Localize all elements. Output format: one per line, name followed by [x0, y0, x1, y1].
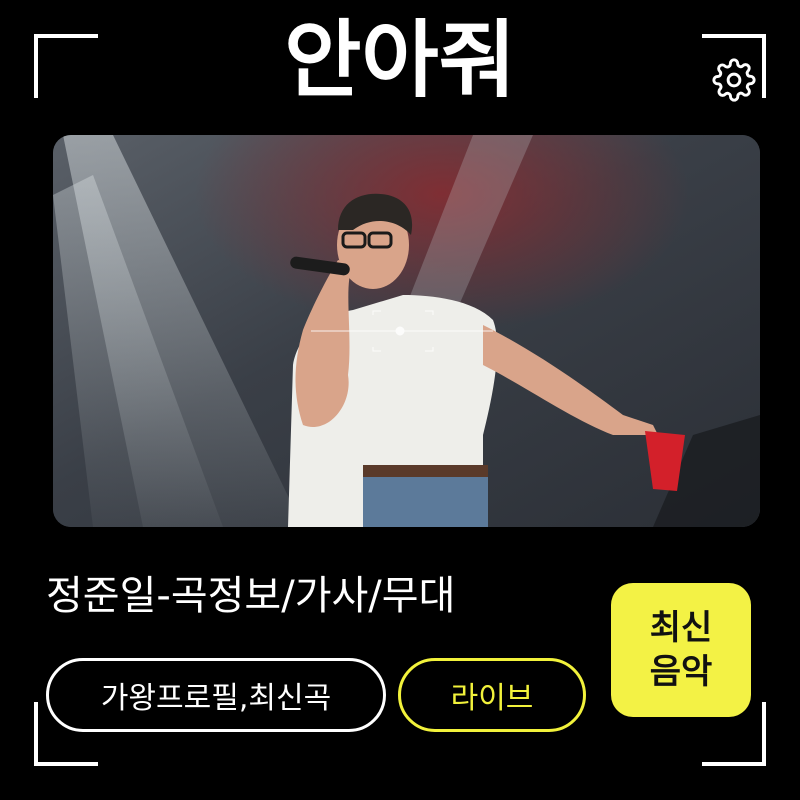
latest-music-label-line1: 최신	[649, 608, 713, 648]
page-title: 안아줘	[284, 11, 516, 109]
live-button[interactable]: 라이브	[398, 658, 586, 732]
concert-photo	[53, 135, 760, 527]
song-title: 정준일-곡정보/가사/무대	[46, 573, 456, 619]
latest-music-label-line2: 음악	[649, 652, 713, 692]
settings-button[interactable]	[712, 58, 756, 102]
profile-latest-songs-button[interactable]: 가왕프로필,최신곡	[46, 658, 386, 732]
concert-photo-illustration	[53, 135, 760, 527]
gear-icon	[712, 58, 756, 102]
latest-music-button[interactable]: 최신 음악	[611, 583, 751, 717]
